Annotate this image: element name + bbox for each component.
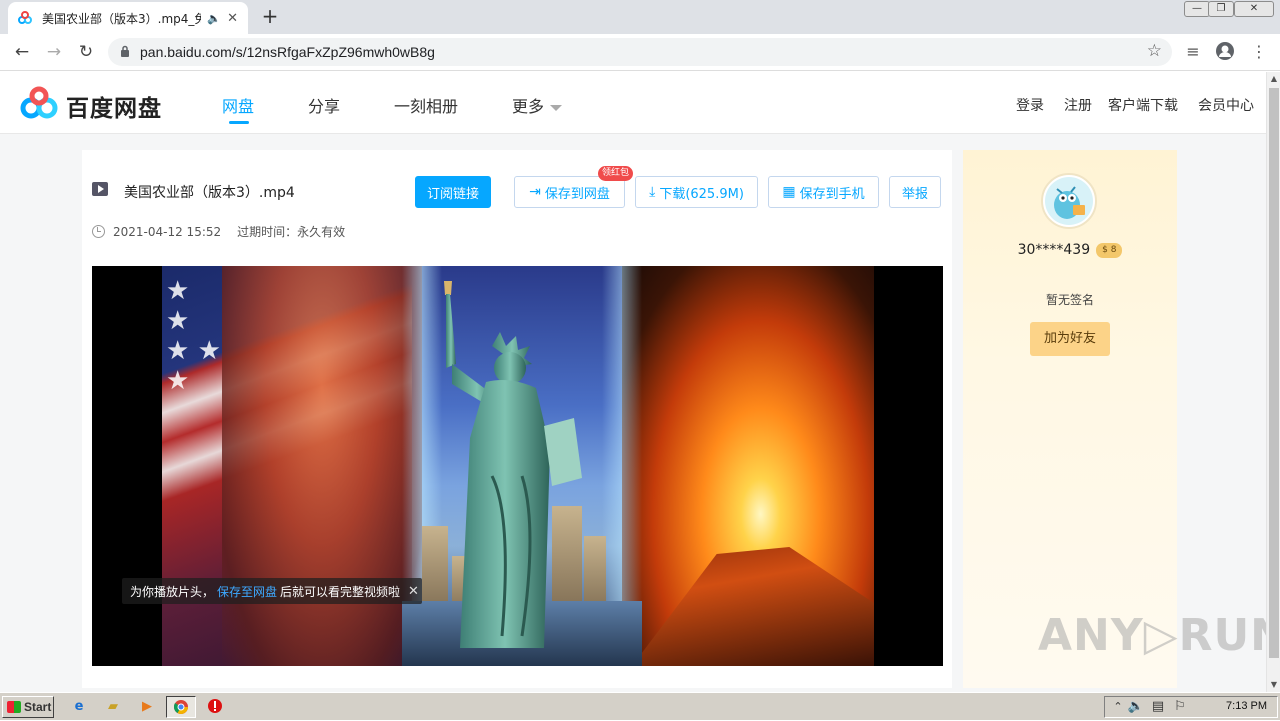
add-friend-button[interactable]: 加为好友 — [1030, 322, 1110, 356]
download-icon: ⤓ — [649, 184, 656, 200]
qrcode-icon: ▦ — [782, 184, 796, 200]
download-label: 下载(625.9M) — [659, 186, 744, 202]
url-text: pan.baidu.com/s/12nsRfgaFxZpZ96mwh0wB8g — [140, 44, 435, 60]
nav-netdisk[interactable]: 网盘 — [222, 93, 254, 117]
anyrun-watermark: ANY▷RUN — [1038, 610, 1280, 661]
video-file-icon — [92, 182, 108, 196]
save-to-phone-button[interactable]: ▦ 保存到手机 — [768, 176, 879, 208]
preview-toast: 为你播放片头， 保存至网盘 后就可以看完整视频啦 ✕ — [122, 578, 422, 604]
forward-arrow-icon[interactable]: → — [42, 40, 66, 64]
video-frame[interactable]: ★ ★ ★ ★ ★ — [162, 266, 874, 666]
toast-save-link[interactable]: 保存至网盘 — [217, 583, 277, 600]
browser-tab[interactable]: 美国农业部（版本3）.mp4_免费 🔈 ✕ — [8, 2, 248, 34]
restore-button[interactable]: ❐ — [1208, 1, 1234, 17]
client-download-link[interactable]: 客户端下载 — [1108, 95, 1178, 115]
clock-icon — [92, 225, 105, 238]
statue-of-liberty-image — [444, 281, 582, 648]
speaker-icon[interactable]: 🔈 — [207, 12, 221, 25]
media-control-icon[interactable]: ≡ — [1182, 41, 1204, 63]
file-date: 2021-04-12 15:52 — [113, 224, 222, 239]
volume-icon[interactable]: 🔈 — [1127, 698, 1145, 716]
toast-prefix: 为你播放片头， — [130, 584, 215, 599]
ie-icon[interactable]: e — [70, 698, 88, 716]
chevron-down-icon — [550, 104, 563, 111]
browser-toolbar: ← → ↻ pan.baidu.com/s/12nsRfgaFxZpZ96mwh… — [0, 34, 1280, 71]
nav-more-label: 更多 — [512, 97, 545, 116]
tab-close-icon[interactable]: ✕ — [227, 11, 238, 26]
lock-icon — [120, 45, 130, 57]
scrollbar-thumb[interactable] — [1269, 88, 1279, 658]
nav-share[interactable]: 分享 — [308, 93, 340, 117]
page-scrollbar[interactable]: ▲ ▼ — [1266, 72, 1280, 692]
reload-icon[interactable]: ↻ — [74, 40, 98, 64]
nav-more[interactable]: 更多 — [512, 93, 563, 117]
save-icon: ⇥ — [529, 184, 541, 200]
video-player[interactable]: ★ ★ ★ ★ ★ 为你播放片头， 保存至网盘 后就可以看完整视频啦 ✕ — [92, 266, 943, 666]
nav-album[interactable]: 一刻相册 — [394, 93, 458, 117]
file-card: 美国农业部（版本3）.mp4 订阅链接 ⇥ 保存到网盘 领红包 ⤓ 下载(625.9… — [82, 150, 952, 688]
avatar[interactable] — [1041, 173, 1097, 229]
start-label: Start — [24, 700, 52, 714]
vip-level-badge: $ 8 — [1096, 242, 1123, 258]
taskbar-clock: 7:13 PM — [1226, 700, 1267, 712]
address-bar[interactable]: pan.baidu.com/s/12nsRfgaFxZpZ96mwh0wB8g … — [108, 38, 1172, 66]
folder-icon[interactable]: ▰ — [104, 698, 122, 716]
red-packet-badge: 领红包 — [598, 166, 634, 181]
tab-title: 美国农业部（版本3）.mp4_免费 — [42, 11, 202, 26]
media-player-icon[interactable]: ▶ — [138, 698, 156, 716]
page-body: 美国农业部（版本3）.mp4 订阅链接 ⇥ 保存到网盘 领红包 ⤓ 下载(625.9… — [0, 134, 1266, 692]
sharer-signature: 暂无签名 — [1045, 293, 1094, 307]
close-window-button[interactable]: ✕ — [1234, 1, 1274, 17]
menu-kebab-icon[interactable]: ⋮ — [1248, 41, 1270, 63]
canyon-image — [222, 266, 422, 666]
brand-name[interactable]: 百度网盘 — [66, 89, 162, 123]
site-header: 百度网盘 网盘 分享 一刻相册 更多 登录 注册 客户端下载 会员中心 — [0, 72, 1266, 134]
file-name: 美国农业部（版本3）.mp4 — [124, 185, 295, 201]
bookmark-star-icon[interactable]: ☆ — [1147, 41, 1162, 61]
scroll-down-icon[interactable]: ▼ — [1267, 678, 1280, 692]
network-icon[interactable]: ▤ — [1149, 698, 1167, 716]
register-link[interactable]: 注册 — [1064, 95, 1092, 115]
baidu-netdisk-logo[interactable] — [20, 86, 60, 120]
save-label: 保存到网盘 — [544, 186, 610, 202]
expiry-text: 过期时间：永久有效 — [237, 225, 346, 239]
windows-flag-icon — [7, 701, 21, 713]
start-button[interactable]: Start — [2, 696, 54, 718]
back-arrow-icon[interactable]: ← — [10, 40, 34, 64]
browser-tab-strip: 美国农业部（版本3）.mp4_免费 🔈 ✕ + — ❐ ✕ — [0, 0, 1280, 34]
scroll-up-icon[interactable]: ▲ — [1267, 72, 1280, 86]
windows-taskbar: Start e ▰ ▶ ⌃ 🔈 ▤ ⚐ 7:13 PM — [0, 692, 1280, 720]
login-link[interactable]: 登录 — [1016, 95, 1044, 115]
save-phone-label: 保存到手机 — [799, 186, 865, 202]
download-button[interactable]: ⤓ 下载(625.9M) — [635, 176, 758, 208]
report-button[interactable]: 举报 — [889, 176, 941, 208]
stop-icon[interactable] — [206, 698, 224, 716]
new-tab-button[interactable]: + — [258, 5, 282, 29]
minimize-button[interactable]: — — [1184, 1, 1210, 17]
action-center-flag-icon[interactable]: ⚐ — [1171, 698, 1189, 716]
toast-suffix: 后就可以看完整视频啦 — [280, 584, 401, 599]
sharer-sidebar: 30****439 $ 8 暂无签名 加为好友 — [963, 150, 1177, 688]
username-text: 30****439 — [1017, 242, 1091, 258]
toast-close-icon[interactable]: ✕ — [408, 584, 419, 599]
profile-icon[interactable] — [1214, 41, 1236, 63]
file-meta: 2021-04-12 15:52 过期时间：永久有效 — [92, 223, 345, 240]
chrome-taskbar-icon[interactable] — [166, 696, 196, 718]
subscribe-link-button[interactable]: 订阅链接 — [415, 176, 491, 208]
nav-active-indicator — [229, 121, 249, 124]
tray-expand-icon[interactable]: ⌃ — [1109, 698, 1127, 716]
system-tray: ⌃ 🔈 ▤ ⚐ 7:13 PM — [1104, 696, 1278, 718]
member-center-link[interactable]: 会员中心 — [1198, 95, 1254, 115]
sharer-username: 30****439 $ 8 — [963, 242, 1177, 258]
baidu-favicon-icon — [18, 11, 32, 25]
